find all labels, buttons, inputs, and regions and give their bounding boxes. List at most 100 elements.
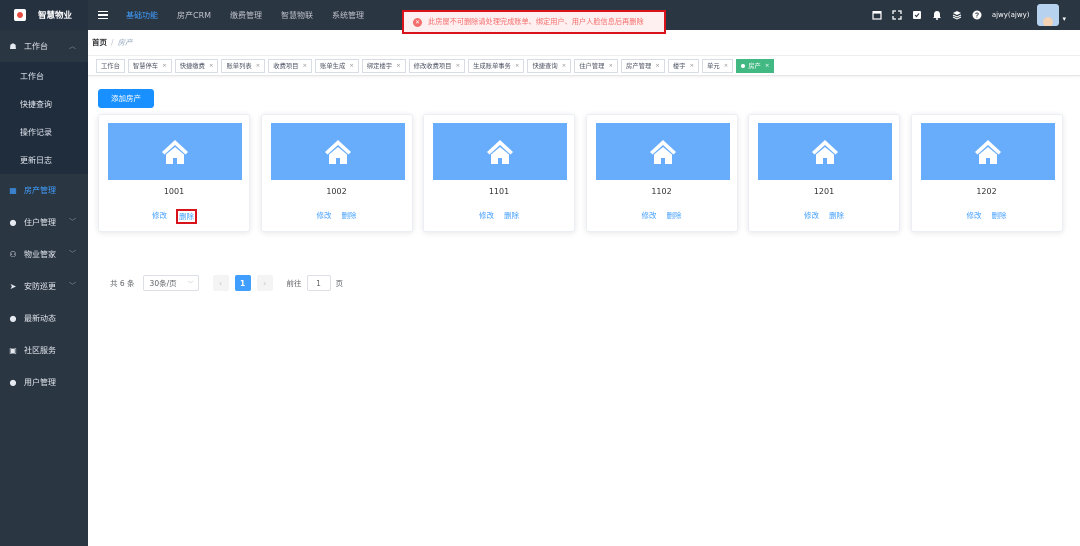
tag-residents[interactable]: 住户管理 × — [574, 58, 619, 73]
tag-edit-fee[interactable]: 修改收费项目 × — [408, 58, 466, 73]
close-icon[interactable]: × — [608, 63, 613, 69]
close-icon[interactable]: × — [302, 63, 307, 69]
close-icon[interactable]: × — [562, 63, 567, 69]
tag-label: 账单列表 — [226, 63, 252, 70]
close-icon[interactable]: × — [209, 63, 214, 69]
tag-bill-generate[interactable]: 账单生成 × — [315, 58, 359, 73]
sidebar-subitem-changelog[interactable]: 更新日志 — [0, 146, 88, 174]
tag-property[interactable]: 房产 × — [736, 58, 775, 73]
delete-button[interactable]: 删除 — [666, 209, 683, 222]
tag-property-mgmt[interactable]: 房产管理 × — [621, 58, 665, 73]
close-icon[interactable]: × — [724, 63, 729, 69]
sidebar-item-label: 最新动态 — [24, 313, 56, 323]
card-actions: 修改 删除 — [262, 209, 412, 222]
goto-page-input[interactable]: 1 — [306, 275, 331, 291]
tag-quick-query[interactable]: 快捷查询 × — [527, 58, 572, 73]
sidebar-item-label: 用户管理 — [24, 377, 56, 387]
help-icon[interactable]: ? — [972, 10, 982, 20]
edit-button[interactable]: 修改 — [641, 209, 658, 222]
house-image — [920, 123, 1055, 180]
delete-button[interactable]: 删除 — [341, 209, 358, 222]
close-icon[interactable]: × — [256, 63, 261, 69]
close-icon[interactable]: × — [515, 63, 520, 69]
close-icon[interactable]: × — [689, 63, 694, 69]
bell-icon[interactable] — [932, 10, 942, 20]
topnav-item-iot[interactable]: 智慧物联 — [281, 10, 313, 21]
edit-button[interactable]: 修改 — [966, 209, 983, 222]
caret-down-icon[interactable]: ▾ — [1062, 15, 1066, 23]
tag-label: 收费项目 — [273, 63, 299, 70]
tag-buildings[interactable]: 楼宇 × — [667, 58, 700, 73]
page-size-select[interactable]: 30条/页 ﹀ — [142, 275, 199, 291]
close-icon[interactable]: × — [396, 63, 401, 69]
topnav-item-crm[interactable]: 房产CRM — [177, 10, 211, 21]
sidebar-item-property[interactable]: ▦ 房产管理 — [0, 174, 88, 206]
sidebar-item-community[interactable]: ▣ 社区服务 — [0, 334, 88, 366]
tag-workbench[interactable]: 工作台 — [96, 58, 125, 73]
home-icon — [649, 139, 676, 164]
topnav-item-basic[interactable]: 基础功能 — [126, 10, 158, 21]
sidebar-item-news[interactable]: ● 最新动态 — [0, 302, 88, 334]
tag-units[interactable]: 单元 × — [702, 58, 734, 73]
chevron-down-icon: ﹀ — [69, 218, 76, 226]
store-icon[interactable] — [872, 10, 882, 20]
sidebar-item-steward[interactable]: ⚇ 物业管家 ﹀ — [0, 238, 88, 270]
chevron-down-icon: ﹀ — [187, 280, 194, 288]
delete-button[interactable]: 删除 — [176, 209, 197, 224]
avatar[interactable] — [1037, 4, 1060, 26]
edit-button[interactable]: 修改 — [803, 209, 820, 222]
card-title: 1202 — [976, 187, 997, 196]
sidebar-item-label: 物业管家 — [24, 249, 56, 259]
next-page-button[interactable]: › — [256, 275, 273, 291]
prev-page-button[interactable]: ‹ — [212, 275, 229, 291]
add-property-button[interactable]: 添加房产 — [98, 89, 154, 108]
sidebar-item-users[interactable]: ● 用户管理 — [0, 366, 88, 398]
goto-label: 前往 — [286, 278, 302, 288]
sidebar-item-workbench[interactable]: ☗ 工作台 ︿ — [0, 30, 88, 62]
home-icon — [974, 139, 1001, 164]
main-content: 首页 / 房产 工作台 智慧停车 × 快捷缴费 × 账单列表 × 收费项目 × 账单生成… — [88, 30, 1080, 546]
chat-icon: ● — [9, 313, 17, 323]
property-card: 1202 修改 删除 — [910, 114, 1063, 232]
tag-quick-pay[interactable]: 快捷缴费 × — [174, 58, 219, 73]
menu-toggle-icon[interactable] — [98, 10, 108, 20]
tag-bill-task[interactable]: 生成账单事务 × — [468, 58, 525, 73]
sidebar-subitem-workbench[interactable]: 工作台 — [0, 62, 88, 90]
sidebar-item-security[interactable]: ➤ 安防巡更 ﹀ — [0, 270, 88, 302]
pagination: 共 6 条 30条/页 ﹀ ‹ 1 › 前往 1 页 — [110, 275, 343, 291]
message-icon[interactable] — [912, 10, 922, 20]
breadcrumb-home[interactable]: 首页 — [92, 37, 107, 48]
topnav-item-system[interactable]: 系统管理 — [332, 10, 364, 21]
tag-bill-list[interactable]: 账单列表 × — [221, 58, 266, 73]
page-number-current[interactable]: 1 — [234, 275, 251, 291]
layers-icon[interactable] — [952, 10, 962, 20]
sidebar-subitem-operation-log[interactable]: 操作记录 — [0, 118, 88, 146]
tag-fee-items[interactable]: 收费项目 × — [268, 58, 313, 73]
fullscreen-icon[interactable] — [892, 10, 902, 20]
close-icon[interactable]: × — [162, 63, 167, 69]
edit-button[interactable]: 修改 — [316, 209, 333, 222]
sidebar-subitem-quick-query[interactable]: 快捷查询 — [0, 90, 88, 118]
close-icon[interactable]: × — [765, 63, 770, 69]
tag-bind-building[interactable]: 绑定楼宇 × — [361, 58, 406, 73]
card-title: 1101 — [488, 187, 510, 196]
topnav-item-payment[interactable]: 缴费管理 — [230, 10, 262, 21]
delete-button[interactable]: 删除 — [828, 209, 845, 222]
delete-button[interactable]: 删除 — [503, 209, 520, 222]
tag-label: 工作台 — [101, 63, 120, 70]
grid-icon: ▦ — [9, 185, 17, 195]
username[interactable]: ajwy(ajwy) — [992, 11, 1030, 19]
tag-parking[interactable]: 智慧停车 × — [127, 58, 172, 73]
card-actions: 修改 删除 — [912, 209, 1062, 222]
close-icon[interactable]: × — [655, 63, 660, 69]
tag-label: 楼宇 — [672, 63, 686, 70]
edit-button[interactable]: 修改 — [151, 209, 168, 224]
sidebar-item-residents[interactable]: ● 住户管理 ﹀ — [0, 206, 88, 238]
edit-button[interactable]: 修改 — [478, 209, 495, 222]
delete-button[interactable]: 删除 — [991, 209, 1008, 222]
house-image — [758, 123, 892, 180]
close-icon[interactable]: × — [349, 63, 354, 69]
breadcrumb-separator: / — [111, 38, 114, 47]
close-icon[interactable]: × — [455, 63, 460, 69]
send-icon: ➤ — [9, 281, 17, 291]
